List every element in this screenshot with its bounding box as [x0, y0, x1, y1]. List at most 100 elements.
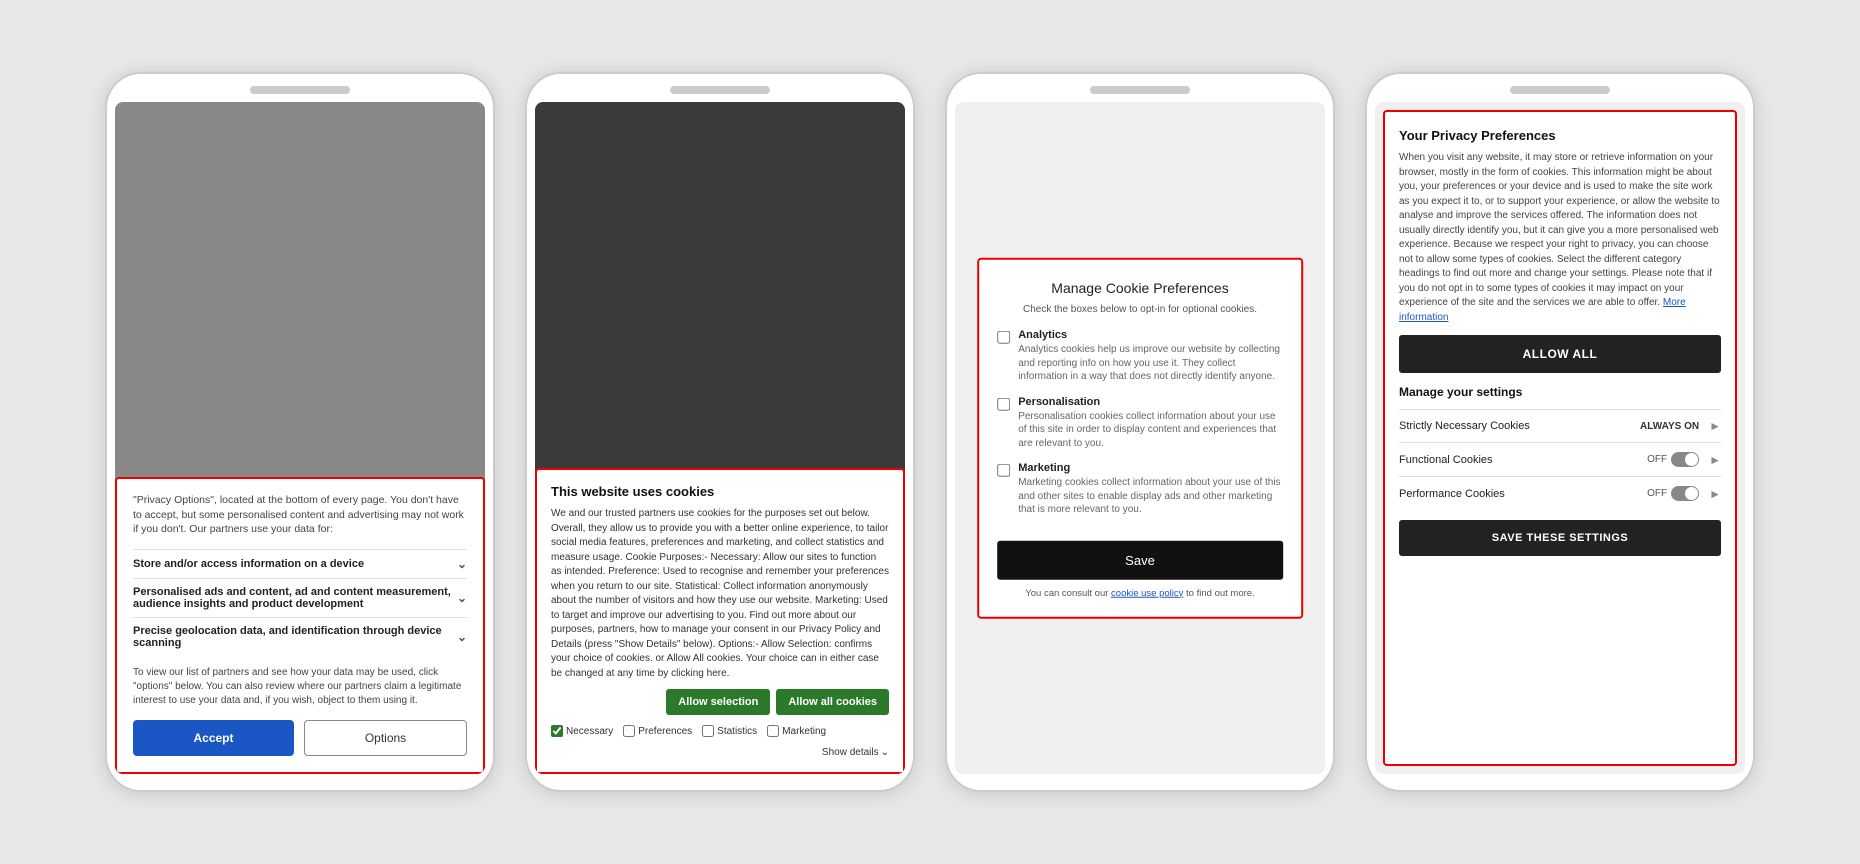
- cookie-banner-1: "Privacy Options", located at the bottom…: [115, 477, 485, 774]
- checkbox-necessary-label: Necessary: [566, 726, 613, 737]
- personalised-ads-chevron: ⌄: [457, 591, 467, 605]
- btn-row-1: Accept Options: [133, 720, 467, 756]
- show-details-btn[interactable]: Show details ⌄: [822, 747, 889, 758]
- checkbox-necessary[interactable]: Necessary: [551, 725, 613, 737]
- checkbox-marketing[interactable]: Marketing: [767, 725, 826, 737]
- personalisation-label: Personalisation: [1018, 395, 1283, 407]
- settings-row-performance[interactable]: Performance Cookies OFF ►: [1399, 476, 1721, 510]
- marketing-checkbox[interactable]: [997, 464, 1010, 477]
- cookie-banner-3-title: Manage Cookie Preferences: [997, 280, 1283, 296]
- body-text-span: When you visit any website, it may store…: [1399, 152, 1720, 308]
- consult-suffix: to find out more.: [1186, 587, 1255, 598]
- save-settings-button[interactable]: SAVE THESE SETTINGS: [1399, 520, 1721, 556]
- settings-row-functional[interactable]: Functional Cookies OFF ►: [1399, 442, 1721, 476]
- checkbox-statistics[interactable]: Statistics: [702, 725, 757, 737]
- intro-text-1: "Privacy Options", located at the bottom…: [133, 493, 467, 537]
- geolocation-chevron: ⌄: [457, 630, 467, 644]
- performance-cookies-label: Performance Cookies: [1399, 488, 1505, 500]
- functional-toggle-track: [1671, 452, 1699, 467]
- consult-text: You can consult our: [1025, 587, 1108, 598]
- functional-off-label: OFF: [1647, 454, 1667, 465]
- allow-all-button-4[interactable]: ALLOW ALL: [1399, 335, 1721, 373]
- manage-settings-title: Manage your settings: [1399, 385, 1721, 399]
- phone-notch-1: [250, 86, 350, 94]
- phone-screen-2: This website uses cookies We and our tru…: [535, 102, 905, 774]
- phone-1: "Privacy Options", located at the bottom…: [105, 72, 495, 792]
- cookie-option-store: Store and/or access information on a dev…: [133, 549, 467, 578]
- analytics-content: Analytics Analytics cookies help us impr…: [1018, 329, 1283, 384]
- checkbox-row: Necessary Preferences Statistics Marketi…: [551, 725, 889, 758]
- strictly-necessary-right: ALWAYS ON ►: [1640, 419, 1721, 433]
- analytics-checkbox[interactable]: [997, 331, 1010, 344]
- cookie-banner-2-title: This website uses cookies: [551, 484, 889, 499]
- phone-4: Your Privacy Preferences When you visit …: [1365, 72, 1755, 792]
- checkbox-statistics-input[interactable]: [702, 725, 714, 737]
- accept-button[interactable]: Accept: [133, 720, 294, 756]
- cookie-option-geolocation-title[interactable]: Precise geolocation data, and identifica…: [133, 625, 467, 649]
- functional-cookies-right: OFF ►: [1647, 452, 1721, 467]
- phone-3: Manage Cookie Preferences Check the boxe…: [945, 72, 1335, 792]
- checkbox-preferences-input[interactable]: [623, 725, 635, 737]
- marketing-desc: Marketing cookies collect information ab…: [1018, 476, 1283, 517]
- functional-toggle-thumb: [1685, 453, 1698, 466]
- always-on-badge: ALWAYS ON: [1640, 421, 1699, 432]
- show-details-chevron: ⌄: [881, 747, 889, 758]
- performance-chevron: ►: [1709, 487, 1721, 501]
- performance-off-label: OFF: [1647, 488, 1667, 499]
- cookie-banner-3-subtitle: Check the boxes below to opt-in for opti…: [997, 304, 1283, 315]
- cookie-option-geolocation: Precise geolocation data, and identifica…: [133, 617, 467, 656]
- save-button-3[interactable]: Save: [997, 540, 1283, 579]
- options-button[interactable]: Options: [304, 720, 467, 756]
- strictly-necessary-chevron: ►: [1709, 419, 1721, 433]
- cookie-option-personalised-title[interactable]: Personalised ads and content, ad and con…: [133, 586, 467, 610]
- functional-cookies-label: Functional Cookies: [1399, 454, 1493, 466]
- strictly-necessary-label: Strictly Necessary Cookies: [1399, 420, 1530, 432]
- allow-all-button[interactable]: Allow all cookies: [776, 689, 889, 715]
- analytics-desc: Analytics cookies help us improve our we…: [1018, 343, 1283, 384]
- analytics-row: Analytics Analytics cookies help us impr…: [997, 329, 1283, 384]
- functional-chevron: ►: [1709, 453, 1721, 467]
- cookie-banner-4-body: When you visit any website, it may store…: [1399, 151, 1721, 325]
- phone-notch-3: [1090, 86, 1190, 94]
- checkbox-preferences-label: Preferences: [638, 726, 692, 737]
- cookie-banner-2-body: We and our trusted partners use cookies …: [551, 507, 889, 681]
- personalisation-row: Personalisation Personalisation cookies …: [997, 395, 1283, 450]
- allow-selection-button[interactable]: Allow selection: [666, 689, 770, 715]
- personalised-ads-label: Personalised ads and content, ad and con…: [133, 586, 457, 610]
- phone-notch-4: [1510, 86, 1610, 94]
- phone-screen-3: Manage Cookie Preferences Check the boxe…: [955, 102, 1325, 774]
- checkbox-marketing-input[interactable]: [767, 725, 779, 737]
- analytics-label: Analytics: [1018, 329, 1283, 341]
- checkbox-statistics-label: Statistics: [717, 726, 757, 737]
- geolocation-label: Precise geolocation data, and identifica…: [133, 625, 457, 649]
- marketing-label: Marketing: [1018, 462, 1283, 474]
- show-details-label: Show details: [822, 747, 879, 758]
- cookie-policy-link[interactable]: cookie use policy: [1111, 587, 1183, 598]
- phone-notch-2: [670, 86, 770, 94]
- phone-screen-4: Your Privacy Preferences When you visit …: [1375, 102, 1745, 774]
- performance-toggle[interactable]: OFF: [1647, 486, 1699, 501]
- cookie-banner-4: Your Privacy Preferences When you visit …: [1383, 110, 1737, 766]
- personalisation-content: Personalisation Personalisation cookies …: [1018, 395, 1283, 450]
- cookie-banner-4-title: Your Privacy Preferences: [1399, 128, 1721, 143]
- cookie-banner-2: This website uses cookies We and our tru…: [535, 468, 905, 774]
- performance-toggle-thumb: [1685, 487, 1698, 500]
- performance-cookies-right: OFF ►: [1647, 486, 1721, 501]
- settings-row-strictly[interactable]: Strictly Necessary Cookies ALWAYS ON ►: [1399, 409, 1721, 442]
- checkbox-necessary-input[interactable]: [551, 725, 563, 737]
- phone-2: This website uses cookies We and our tru…: [525, 72, 915, 792]
- cookie-banner-3: Manage Cookie Preferences Check the boxe…: [977, 258, 1303, 619]
- store-access-chevron: ⌄: [457, 557, 467, 571]
- performance-toggle-track: [1671, 486, 1699, 501]
- cookie-option-personalised: Personalised ads and content, ad and con…: [133, 578, 467, 617]
- marketing-row: Marketing Marketing cookies collect info…: [997, 462, 1283, 517]
- marketing-content: Marketing Marketing cookies collect info…: [1018, 462, 1283, 517]
- personalisation-checkbox[interactable]: [997, 397, 1010, 410]
- consult-note: You can consult our cookie use policy to…: [997, 587, 1283, 598]
- partners-note: To view our list of partners and see how…: [133, 666, 467, 708]
- cookie-option-store-title[interactable]: Store and/or access information on a dev…: [133, 557, 467, 571]
- btn-row-2: Allow selection Allow all cookies: [551, 689, 889, 715]
- checkbox-marketing-label: Marketing: [782, 726, 826, 737]
- functional-toggle[interactable]: OFF: [1647, 452, 1699, 467]
- checkbox-preferences[interactable]: Preferences: [623, 725, 692, 737]
